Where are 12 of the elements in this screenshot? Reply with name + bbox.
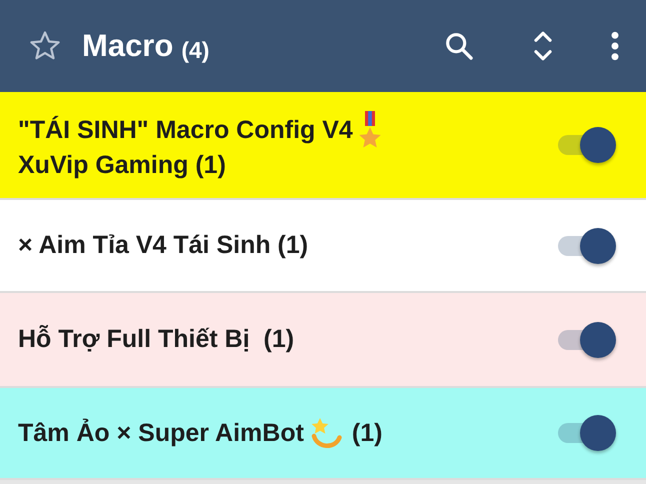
- macro-title: XuVip Gaming (1): [18, 150, 226, 180]
- macro-title: (1): [352, 418, 382, 448]
- item-count: (4): [181, 36, 210, 65]
- screen-title: Macro: [82, 26, 174, 65]
- macro-title: Tâm Ảo × Super AimBot: [18, 418, 304, 448]
- macro-title: Hỗ Trợ Full Thiết Bị (1): [18, 325, 294, 354]
- toggle-switch[interactable]: [556, 226, 618, 266]
- macro-title: "TÁI SINH" Macro Config V4: [18, 116, 353, 145]
- toggle-switch[interactable]: [556, 125, 618, 165]
- toggle-switch[interactable]: [556, 413, 618, 453]
- toggle-switch[interactable]: [556, 320, 618, 360]
- macro-title: × Aim Tỉa V4 Tái Sinh (1): [18, 231, 308, 260]
